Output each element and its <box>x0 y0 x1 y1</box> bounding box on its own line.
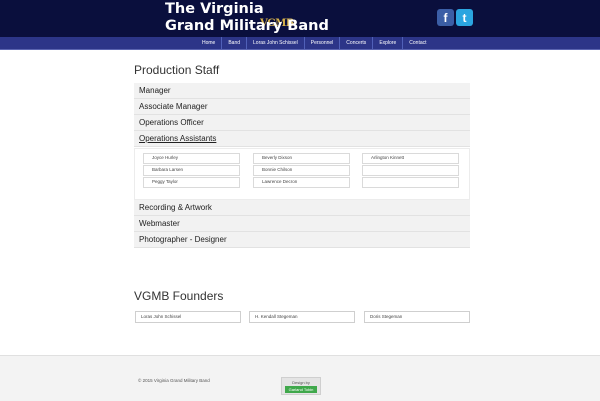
assistant-cell: Peggy Taylor <box>143 177 240 188</box>
accordion-label: Operations Officer <box>139 118 204 127</box>
site-header: VGMB The Virginia Grand Military Band f … <box>0 0 600 37</box>
nav-item-explore[interactable]: Explore <box>373 37 404 49</box>
assistant-cell: Lawrence Decron <box>253 177 350 188</box>
nav-item-concerts[interactable]: Concerts <box>340 37 374 49</box>
accordion-associate-manager[interactable]: Associate Manager <box>134 99 470 115</box>
site-title[interactable]: The Virginia Grand Military Band <box>165 1 329 35</box>
accordion-operations-officer[interactable]: Operations Officer <box>134 115 470 131</box>
site-title-line2: Grand Military Band <box>165 18 329 34</box>
assistant-cell: Bonnie Chilson <box>253 165 350 176</box>
assistant-cell: Joyce Hurley <box>143 153 240 164</box>
nav-item-band[interactable]: Band <box>222 37 248 49</box>
assistant-cell: Barbara Larsen <box>143 165 240 176</box>
accordion-webmaster[interactable]: Webmaster <box>134 216 470 232</box>
founders-heading: VGMB Founders <box>134 289 224 303</box>
accordion-manager[interactable]: Manager <box>134 83 470 99</box>
accordion-photographer-designer[interactable]: Photographer - Designer <box>134 232 470 248</box>
nav-item-personnel[interactable]: Personnel <box>305 37 341 49</box>
assistant-name: Arlington Kinnett <box>371 155 405 160</box>
assistant-name: Barbara Larsen <box>152 167 184 172</box>
assistant-cell <box>362 177 459 188</box>
accordion-label: Webmaster <box>139 219 180 228</box>
founder-name: H. Kendall Stegeman <box>255 314 298 319</box>
nav-item-contact[interactable]: Contact <box>403 37 432 49</box>
founder-name: Loras John Schissel <box>141 314 182 319</box>
accordion-recording-artwork[interactable]: Recording & Artwork <box>134 200 470 216</box>
founder-cell: H. Kendall Stegeman <box>249 311 355 323</box>
accordion-label: Operations Assistants <box>139 134 217 143</box>
accordion-label: Photographer - Designer <box>139 235 227 244</box>
accordion-label: Manager <box>139 86 171 95</box>
designer-badge[interactable]: Design by Garland Tobin <box>281 377 321 395</box>
assistant-cell: Arlington Kinnett <box>362 153 459 164</box>
main-nav: Home Band Loras John Schissel Personnel … <box>0 37 600 50</box>
designer-button[interactable]: Garland Tobin <box>285 386 317 393</box>
nav-item-home[interactable]: Home <box>196 37 223 49</box>
vgmb-logo[interactable]: VGMB <box>130 7 294 31</box>
assistant-name: Beverly Dixson <box>262 155 293 160</box>
assistant-name: Joyce Hurley <box>152 155 179 160</box>
facebook-glyph: f <box>443 10 448 25</box>
nav-item-loras-john-schissel[interactable]: Loras John Schissel <box>247 37 305 49</box>
assistant-name: Bonnie Chilson <box>262 167 293 172</box>
accordion-label: Recording & Artwork <box>139 203 212 212</box>
founder-cell: Doris Stegeman <box>364 311 470 323</box>
assistant-cell: Beverly Dixson <box>253 153 350 164</box>
assistant-cell <box>362 165 459 176</box>
assistant-name: Lawrence Decron <box>262 179 298 184</box>
twitter-glyph: t <box>462 10 467 25</box>
site-title-line1: The Virginia <box>165 1 264 17</box>
facebook-icon[interactable]: f <box>437 9 454 26</box>
operations-assistants-panel: Joyce Hurley Beverly Dixson Arlington Ki… <box>134 148 470 200</box>
assistant-name: Peggy Taylor <box>152 179 178 184</box>
copyright-text: © 2015 Virginia Grand Military Band <box>138 378 210 383</box>
accordion-operations-assistants[interactable]: Operations Assistants <box>134 131 470 147</box>
founder-name: Doris Stegeman <box>370 314 403 319</box>
badge-caption: Design by <box>292 380 310 385</box>
production-staff-heading: Production Staff <box>134 63 220 77</box>
twitter-icon[interactable]: t <box>456 9 473 26</box>
founder-cell: Loras John Schissel <box>135 311 241 323</box>
accordion-label: Associate Manager <box>139 102 208 111</box>
